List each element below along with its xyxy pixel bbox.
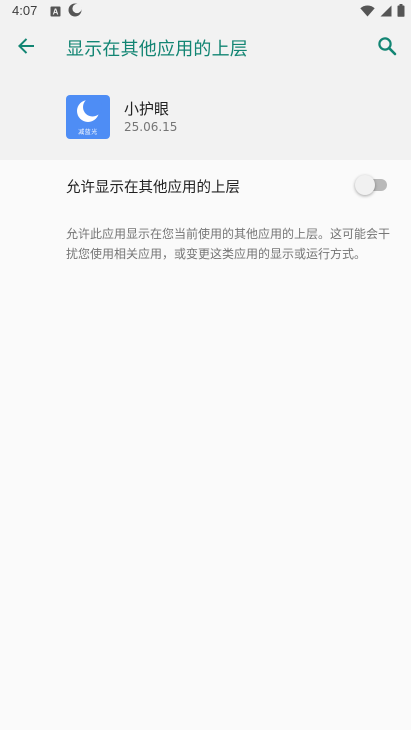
status-time: 4:07 <box>12 3 38 18</box>
wifi-icon <box>360 2 375 21</box>
app-icon: 减蓝光 <box>66 95 110 139</box>
back-button[interactable] <box>12 34 40 62</box>
moon-icon <box>68 2 82 21</box>
status-notification-icons: A <box>50 2 82 21</box>
app-icon-caption: 减蓝光 <box>78 129 98 136</box>
app-bar: 显示在其他应用的上层 <box>0 22 411 74</box>
keyboard-a-icon: A <box>50 2 61 21</box>
toggle-thumb <box>355 175 375 195</box>
cellular-signal-icon <box>380 2 392 21</box>
svg-text:A: A <box>53 7 59 16</box>
arrow-back-icon <box>16 36 36 60</box>
setting-description: 允许此应用显示在您当前使用的其他应用的上层。这可能会干扰您使用相关应用，或变更这… <box>66 227 391 261</box>
app-version: 25.06.15 <box>124 120 178 134</box>
allow-overlay-label: 允许显示在其他应用的上层 <box>66 180 240 196</box>
allow-overlay-toggle[interactable] <box>355 175 388 195</box>
search-button[interactable] <box>373 34 401 62</box>
app-name: 小护眼 <box>124 100 170 118</box>
status-system-icons <box>360 3 405 19</box>
battery-icon <box>397 2 405 21</box>
status-bar: 4:07 A <box>0 0 411 22</box>
page-title: 显示在其他应用的上层 <box>66 39 248 60</box>
app-header: 减蓝光 小护眼 25.06.15 <box>0 74 411 160</box>
allow-overlay-setting-row[interactable]: 允许显示在其他应用的上层 <box>0 160 411 210</box>
search-icon <box>377 36 397 60</box>
